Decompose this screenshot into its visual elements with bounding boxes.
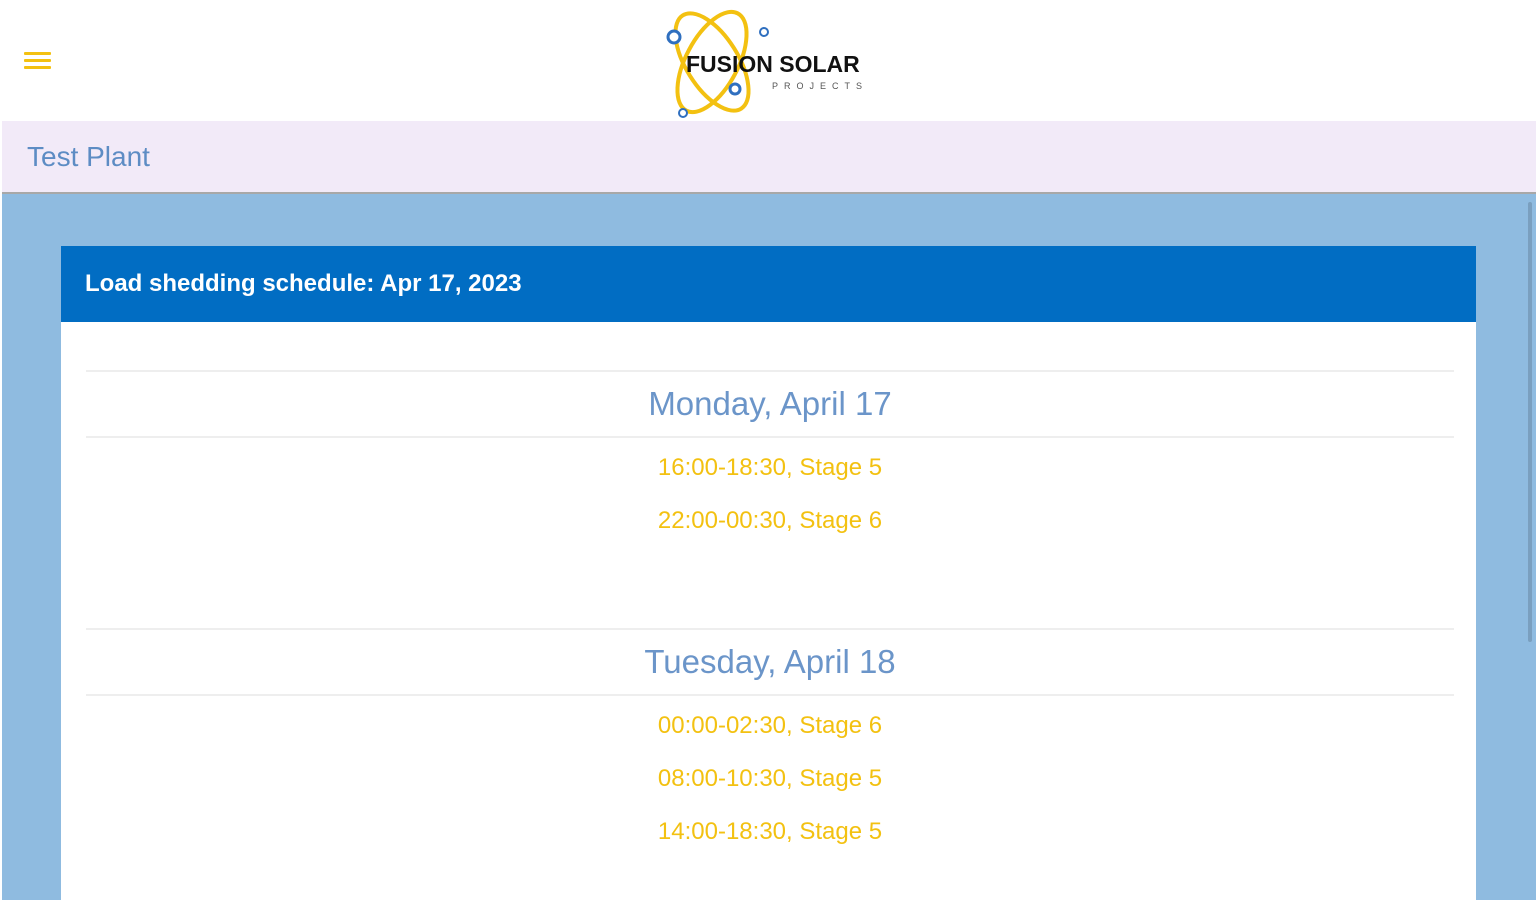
- day-section-monday: Monday, April 17 16:00-18:30, Stage 5 22…: [86, 370, 1454, 547]
- scrollbar[interactable]: [1528, 202, 1532, 642]
- top-bar: FUSION SOLAR PROJECTS: [0, 0, 1536, 121]
- time-slot: 08:00-10:30, Stage 5: [657, 765, 883, 792]
- plant-title-bar: Test Plant: [2, 121, 1536, 194]
- day-section-tuesday: Tuesday, April 18 00:00-02:30, Stage 6 0…: [86, 628, 1454, 858]
- menu-line-icon: [24, 59, 51, 62]
- day-heading: Tuesday, April 18: [86, 628, 1454, 696]
- time-slot: 16:00-18:30, Stage 5: [657, 454, 883, 481]
- logo-text: FUSION SOLAR: [686, 51, 860, 77]
- hamburger-menu-button[interactable]: [22, 50, 54, 72]
- fusion-solar-logo: FUSION SOLAR PROJECTS: [660, 6, 890, 121]
- time-slot: 14:00-18:30, Stage 5: [657, 818, 883, 845]
- schedule-card-header: Load shedding schedule: Apr 17, 2023: [61, 246, 1476, 322]
- logo-subtext: PROJECTS: [772, 81, 868, 91]
- schedule-title: Load shedding schedule: Apr 17, 2023: [85, 270, 522, 297]
- atom-logo-icon: FUSION SOLAR PROJECTS: [666, 9, 868, 118]
- time-slot: 00:00-02:30, Stage 6: [657, 712, 883, 739]
- day-heading: Monday, April 17: [86, 370, 1454, 438]
- plant-name: Test Plant: [27, 141, 150, 172]
- slot-list: 00:00-02:30, Stage 6 08:00-10:30, Stage …: [86, 696, 1454, 858]
- menu-line-icon: [24, 52, 51, 55]
- time-slot: 22:00-00:30, Stage 6: [657, 507, 883, 534]
- main-content: Load shedding schedule: Apr 17, 2023 Mon…: [2, 194, 1536, 906]
- schedule-card: Load shedding schedule: Apr 17, 2023 Mon…: [61, 246, 1476, 906]
- slot-list: 16:00-18:30, Stage 5 22:00-00:30, Stage …: [86, 438, 1454, 547]
- menu-line-icon: [24, 66, 51, 69]
